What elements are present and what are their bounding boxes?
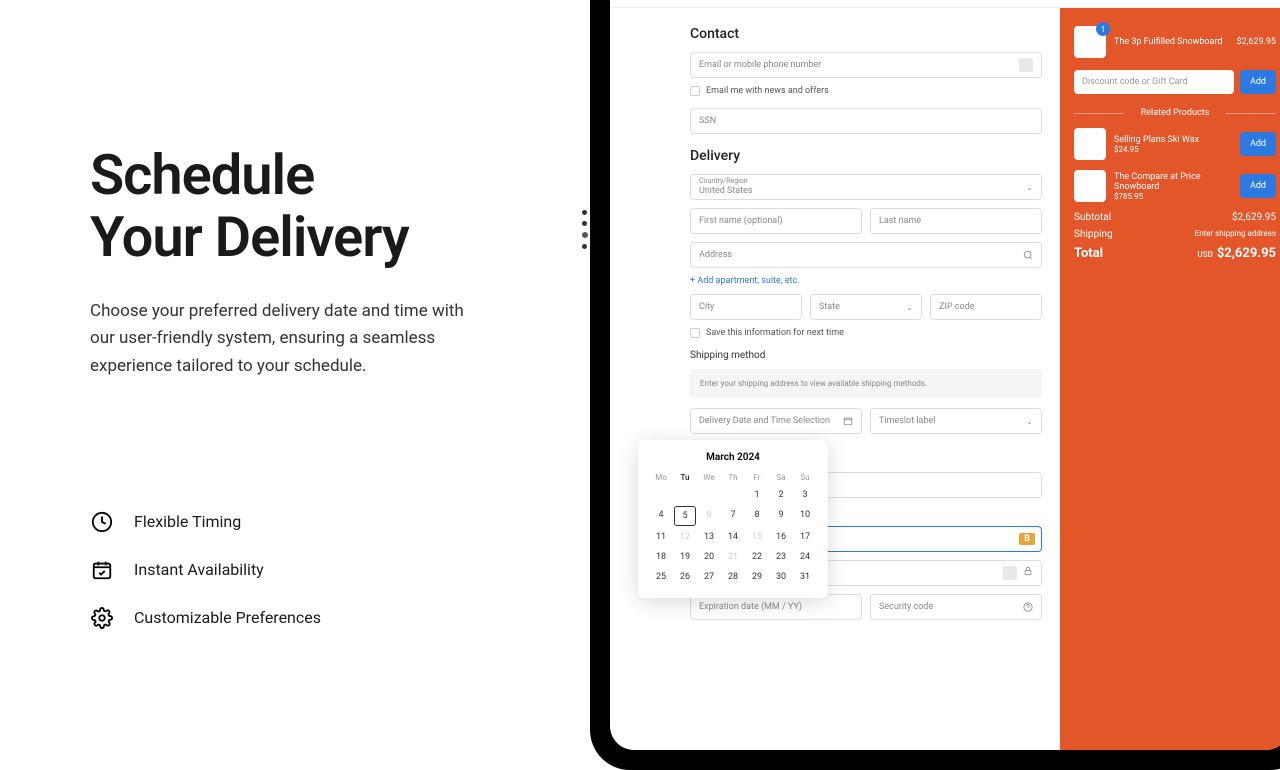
save-info-checkbox[interactable]: Save this information for next time [690, 328, 1042, 338]
calendar-day[interactable]: 25 [650, 568, 672, 586]
qty-badge: 1 [1096, 22, 1110, 36]
lock-icon [1023, 566, 1033, 576]
calendar-day[interactable]: 8 [746, 506, 768, 526]
calendar-day[interactable]: 29 [746, 568, 768, 586]
calendar-day[interactable]: 27 [698, 568, 720, 586]
related-item: The Compare at Price Snowboard$785.95 Ad… [1074, 170, 1276, 202]
calendar-day [650, 486, 672, 504]
calendar-day[interactable]: 17 [794, 528, 816, 546]
calendar-day[interactable]: 10 [794, 506, 816, 526]
calendar-day-name: Su [794, 471, 816, 484]
shipping-hint: Enter your shipping address to view avai… [690, 369, 1042, 398]
calendar-day[interactable]: 5 [674, 506, 696, 526]
tablet-frame: CheckoutBricks Contact Email or mobile p… [590, 0, 1280, 770]
calendar-day-name: We [698, 471, 720, 484]
gear-icon [90, 606, 114, 630]
add-related-button[interactable]: Add [1240, 174, 1276, 198]
calendar-day[interactable]: 21 [722, 548, 744, 566]
city-input[interactable]: City [690, 294, 802, 320]
calendar-day[interactable]: 15 [746, 528, 768, 546]
first-name-input[interactable]: First name (optional) [690, 208, 862, 234]
related-thumbnail [1074, 170, 1106, 202]
chevron-down-icon: ⌄ [1026, 183, 1033, 192]
add-discount-button[interactable]: Add [1240, 70, 1276, 94]
related-title: Related Products [1074, 108, 1276, 118]
order-summary: 1 The 3p Fulfilled Snowboard $2,629.95 D… [1060, 8, 1280, 750]
shipping-method-title: Shipping method [690, 350, 1042, 361]
calendar-day[interactable]: 28 [722, 568, 744, 586]
calendar-day[interactable]: 3 [794, 486, 816, 504]
calendar-day[interactable]: 22 [746, 548, 768, 566]
chevron-down-icon: ⌄ [906, 303, 913, 312]
calendar-popup: March 2024 MoTuWeThFrSaSu123456789101112… [638, 440, 828, 598]
calendar-day[interactable]: 4 [650, 506, 672, 526]
calendar-icon [843, 416, 853, 426]
b-badge: B [1019, 533, 1035, 545]
calendar-day[interactable]: 31 [794, 568, 816, 586]
keypad-icon [1019, 58, 1033, 72]
calendar-day-name: Th [722, 471, 744, 484]
security-code-input[interactable]: Security code [870, 594, 1042, 620]
chevron-down-icon: ⌄ [1026, 417, 1033, 426]
calendar-day-name: Tu [674, 471, 696, 484]
cart-item: 1 The 3p Fulfilled Snowboard $2,629.95 [1074, 26, 1276, 58]
calendar-day[interactable]: 12 [674, 528, 696, 546]
address-input[interactable]: Address [690, 242, 1042, 268]
calendar-day[interactable]: 11 [650, 528, 672, 546]
hero-headline: Schedule Your Delivery [90, 145, 550, 268]
calendar-day[interactable]: 9 [770, 506, 792, 526]
discount-input[interactable]: Discount code or Gift Card [1074, 70, 1234, 94]
calendar-day[interactable]: 13 [698, 528, 720, 546]
country-select[interactable]: Country/RegionUnited States⌄ [690, 174, 1042, 200]
hero-description: Choose your preferred delivery date and … [90, 298, 470, 380]
cart-thumbnail: 1 [1074, 26, 1106, 58]
features-list: Flexible Timing Instant Availability Cus… [90, 510, 550, 630]
calendar-day[interactable]: 16 [770, 528, 792, 546]
calendar-day[interactable]: 30 [770, 568, 792, 586]
app-header: CheckoutBricks [610, 0, 1280, 8]
news-checkbox[interactable]: Email me with news and offers [690, 86, 1042, 96]
card-icon [1003, 566, 1017, 580]
calendar-month: March 2024 [650, 452, 816, 463]
timeslot-select[interactable]: Timeslot label⌄ [870, 408, 1042, 434]
calendar-day[interactable]: 14 [722, 528, 744, 546]
calendar-day[interactable]: 20 [698, 548, 720, 566]
calendar-day[interactable]: 7 [722, 506, 744, 526]
feature-label: Instant Availability [134, 560, 264, 579]
calendar-day-name: Fr [746, 471, 768, 484]
email-input[interactable]: Email or mobile phone number [690, 52, 1042, 78]
delivery-title: Delivery [690, 148, 1042, 164]
calendar-day [722, 486, 744, 504]
help-icon [1023, 602, 1033, 612]
calendar-day[interactable]: 6 [698, 506, 720, 526]
calendar-day[interactable]: 19 [674, 548, 696, 566]
feature-label: Customizable Preferences [134, 608, 321, 627]
search-icon [1023, 250, 1033, 260]
add-apartment-link[interactable]: + Add apartment, suite, etc. [690, 276, 1042, 286]
calendar-day-name: Mo [650, 471, 672, 484]
calendar-day [698, 486, 720, 504]
calendar-day[interactable]: 2 [770, 486, 792, 504]
last-name-input[interactable]: Last name [870, 208, 1042, 234]
state-select[interactable]: State⌄ [810, 294, 922, 320]
zip-input[interactable]: ZIP code [930, 294, 1042, 320]
checkout-form: Contact Email or mobile phone number Ema… [610, 8, 1060, 750]
ssn-input[interactable]: SSN [690, 108, 1042, 134]
calendar-check-icon [90, 558, 114, 582]
contact-title: Contact [690, 26, 1042, 42]
calendar-day-name: Sa [770, 471, 792, 484]
calendar-day[interactable]: 23 [770, 548, 792, 566]
feature-label: Flexible Timing [134, 512, 241, 531]
calendar-day[interactable]: 1 [746, 486, 768, 504]
add-related-button[interactable]: Add [1240, 132, 1276, 156]
delivery-date-input[interactable]: Delivery Date and Time Selection [690, 408, 862, 434]
calendar-day[interactable]: 18 [650, 548, 672, 566]
calendar-day[interactable]: 24 [794, 548, 816, 566]
clock-icon [90, 510, 114, 534]
related-thumbnail [1074, 128, 1106, 160]
calendar-day[interactable]: 26 [674, 568, 696, 586]
related-item: Selling Plans Ski Wax$24.95 Add [1074, 128, 1276, 160]
calendar-day [674, 486, 696, 504]
